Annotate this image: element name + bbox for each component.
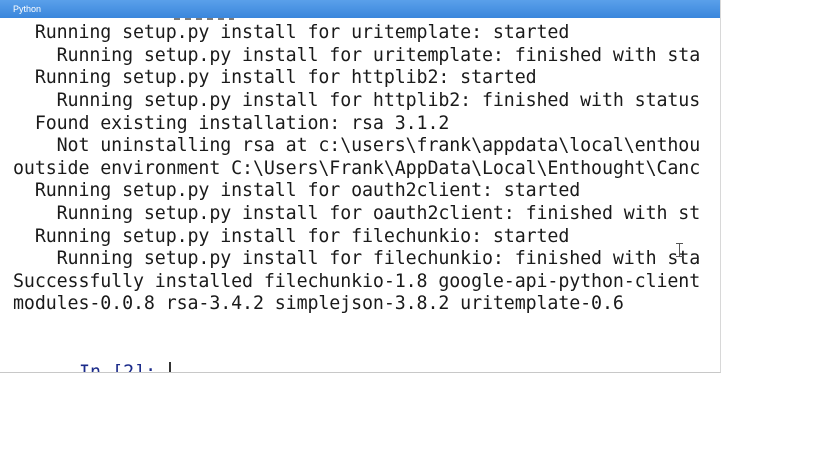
input-prompt-line[interactable]: In [2]: [13,340,172,373]
console-line: Successfully installed filechunkio-1.8 g… [13,271,701,292]
title-bar[interactable]: Python [0,0,720,18]
console-line: Found existing installation: rsa 3.1.2 [13,113,450,134]
console-line: outside environment C:\Users\Frank\AppDa… [13,158,701,179]
ibeam-cursor-icon [676,243,684,257]
console-line: Running setup.py install for oauth2clien… [13,180,581,201]
console-line: Running setup.py install for uritemplate… [13,22,570,43]
console-output-area[interactable]: Running setup.py install for uritemplate… [0,18,720,372]
python-console-window: Python Running setup.py install for urit… [0,0,721,373]
console-line: Running setup.py install for filechunkio… [13,248,701,269]
window-title: Python [13,4,42,14]
text-cursor [169,362,172,372]
console-line: Running setup.py install for httplib2: s… [13,67,537,88]
console-line: modules-0.0.8 rsa-3.4.2 simplejson-3.8.2… [13,293,624,314]
console-line: Running setup.py install for filechunkio… [13,226,570,247]
input-prompt: In [2]: [79,362,168,373]
clipped-previous-line [58,18,358,21]
console-line: Running setup.py install for uritemplate… [13,45,701,66]
console-line: Running setup.py install for oauth2clien… [13,203,701,224]
console-line: Running setup.py install for httplib2: f… [13,90,701,111]
console-line: Not uninstalling rsa at c:\users\frank\a… [13,135,701,156]
